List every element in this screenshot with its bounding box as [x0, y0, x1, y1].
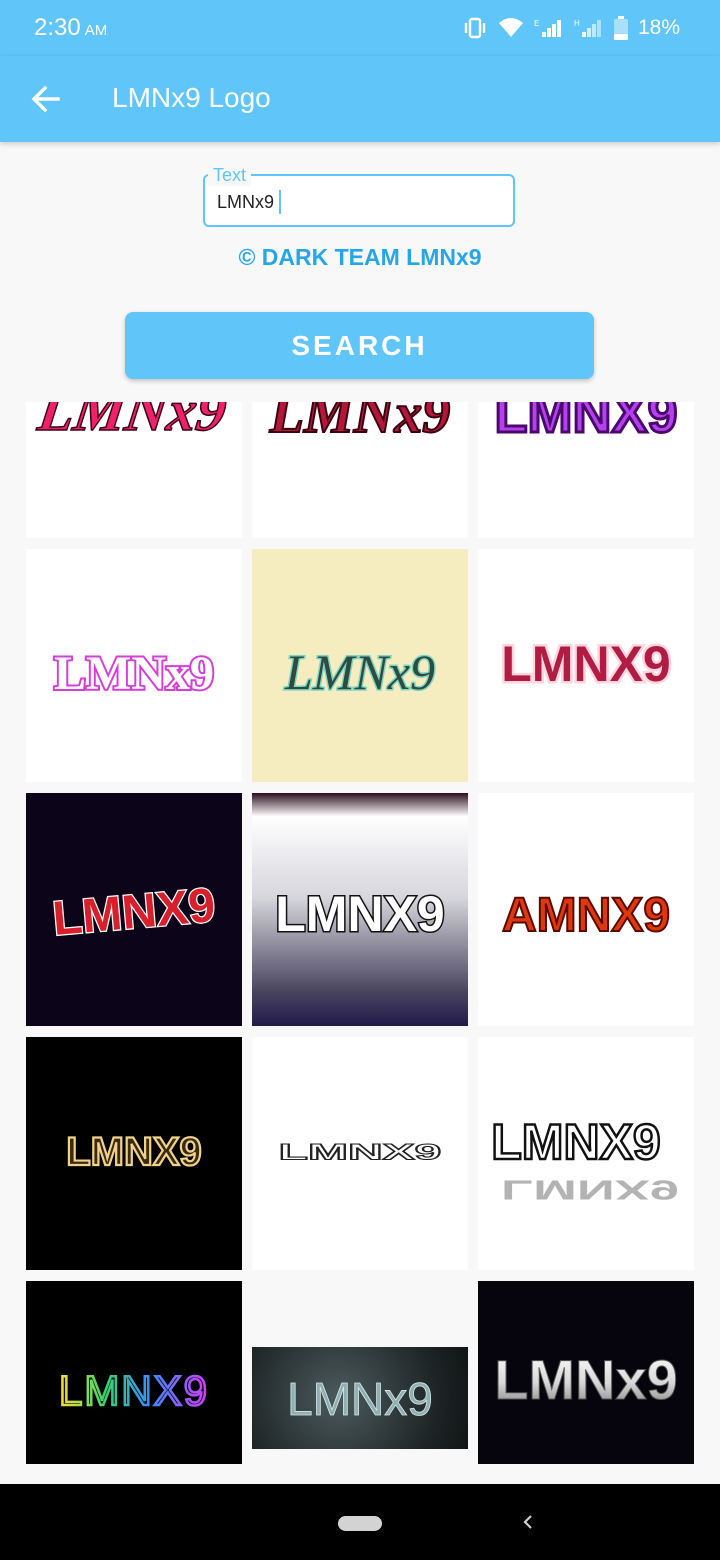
logo-image: LMNX9	[58, 1366, 209, 1416]
svg-text:LMNX9: LMNX9	[51, 879, 218, 946]
svg-text:LMNx9: LMNx9	[287, 1373, 433, 1425]
battery-percent: 18%	[637, 16, 680, 39]
app-bar: LMNx9 Logo	[0, 56, 720, 142]
status-time-ampm: AM	[84, 22, 108, 39]
svg-text:LMNX9: LMNX9	[501, 1174, 679, 1205]
logo-tile[interactable]: LMNX9 LMNX9	[478, 1037, 694, 1270]
logo-image: LMNx9	[33, 402, 231, 444]
logo-image: AMNX9	[501, 888, 671, 943]
svg-text:LMNX9: LMNX9	[275, 886, 444, 942]
signal-icon: E	[534, 19, 561, 37]
svg-text:E: E	[534, 19, 539, 28]
logo-grid: LMNx9 LMNx9 LMNX9 LMNx9 LMNx9 LMNX9 LMNX…	[0, 402, 720, 1484]
logo-tile[interactable]: LMNx9	[252, 1347, 468, 1449]
wifi-icon	[498, 18, 523, 37]
logo-tile[interactable]: LMNX9	[478, 549, 694, 782]
text-cursor	[279, 190, 282, 214]
signal-icon: H	[574, 19, 601, 37]
svg-text:AMNX9: AMNX9	[502, 889, 670, 942]
logo-tile[interactable]: LMNx9	[252, 402, 468, 538]
logo-image: LMNX9	[499, 634, 673, 695]
back-button[interactable]	[26, 79, 66, 119]
logo-tile[interactable]: LMNX9	[252, 793, 468, 1026]
chevron-left-icon[interactable]	[518, 1510, 538, 1534]
logo-image: LMNX9	[278, 1139, 442, 1165]
svg-text:LMNx9: LMNx9	[54, 647, 214, 700]
logo-tile[interactable]: LMNX9	[26, 1037, 242, 1270]
logo-image: LMNx9	[268, 402, 451, 446]
logo-tile[interactable]: LMNx9	[26, 402, 242, 538]
svg-text:LMNX9: LMNX9	[66, 1130, 202, 1174]
arrow-left-icon	[31, 85, 60, 113]
logo-tile[interactable]: LMNx9	[252, 549, 468, 782]
svg-text:LMNx9: LMNx9	[284, 644, 435, 700]
logo-image: LMNX9	[49, 878, 218, 947]
logo-tile[interactable]: LMNx9	[26, 549, 242, 782]
logo-image: LMNX9 LMNX9	[490, 1113, 679, 1206]
logo-image: LMNx9	[283, 643, 437, 702]
svg-text:LMNx9: LMNx9	[494, 1348, 678, 1411]
text-input-value-wrap: LMNx9	[217, 190, 282, 214]
logo-image: LMNx9	[52, 645, 216, 702]
svg-text:H: H	[574, 19, 580, 28]
logo-image: LMNX9	[65, 1129, 203, 1175]
text-input-label: Text	[208, 165, 252, 186]
svg-text:LMNX9: LMNX9	[59, 1367, 209, 1414]
credit-text: © DARK TEAM LMNx9	[238, 244, 482, 270]
logo-image: LMNx9	[287, 1373, 434, 1426]
battery-icon	[613, 16, 628, 40]
logo-tile[interactable]: LMNX9	[478, 402, 694, 538]
vibrate-icon	[464, 17, 486, 39]
logo-image: LMNX9	[493, 402, 679, 446]
status-bar: 2:30 AM E H 18%	[0, 0, 720, 56]
page-title: LMNx9 Logo	[112, 82, 271, 113]
status-time: 2:30 AM	[34, 14, 107, 42]
logo-tile[interactable]: LMNX9	[26, 1281, 242, 1464]
logo-image: LMNx9	[494, 1348, 679, 1412]
svg-text:LMNX9: LMNX9	[491, 1114, 660, 1170]
search-button[interactable]: SEARCH	[125, 312, 594, 379]
svg-text:LMNX9: LMNX9	[279, 1139, 442, 1164]
logo-tile[interactable]: LMNX9	[26, 793, 242, 1026]
system-nav-bar	[0, 1484, 720, 1560]
status-icons: E H 18%	[462, 14, 680, 42]
svg-text:LMNx9: LMNx9	[269, 402, 450, 445]
text-input-value: LMNx9	[217, 191, 275, 212]
logo-image: LMNX9	[274, 885, 446, 944]
logo-tile[interactable]: LMNX9	[252, 1037, 468, 1270]
home-pill-icon[interactable]	[338, 1516, 382, 1531]
status-time-value: 2:30	[34, 14, 81, 41]
svg-text:LMNx9: LMNx9	[34, 402, 231, 443]
logo-tile[interactable]: AMNX9	[478, 793, 694, 1026]
svg-text:LMNX9: LMNX9	[494, 402, 677, 444]
svg-text:LMNX9: LMNX9	[501, 636, 670, 692]
logo-tile[interactable]: LMNx9	[478, 1281, 694, 1464]
